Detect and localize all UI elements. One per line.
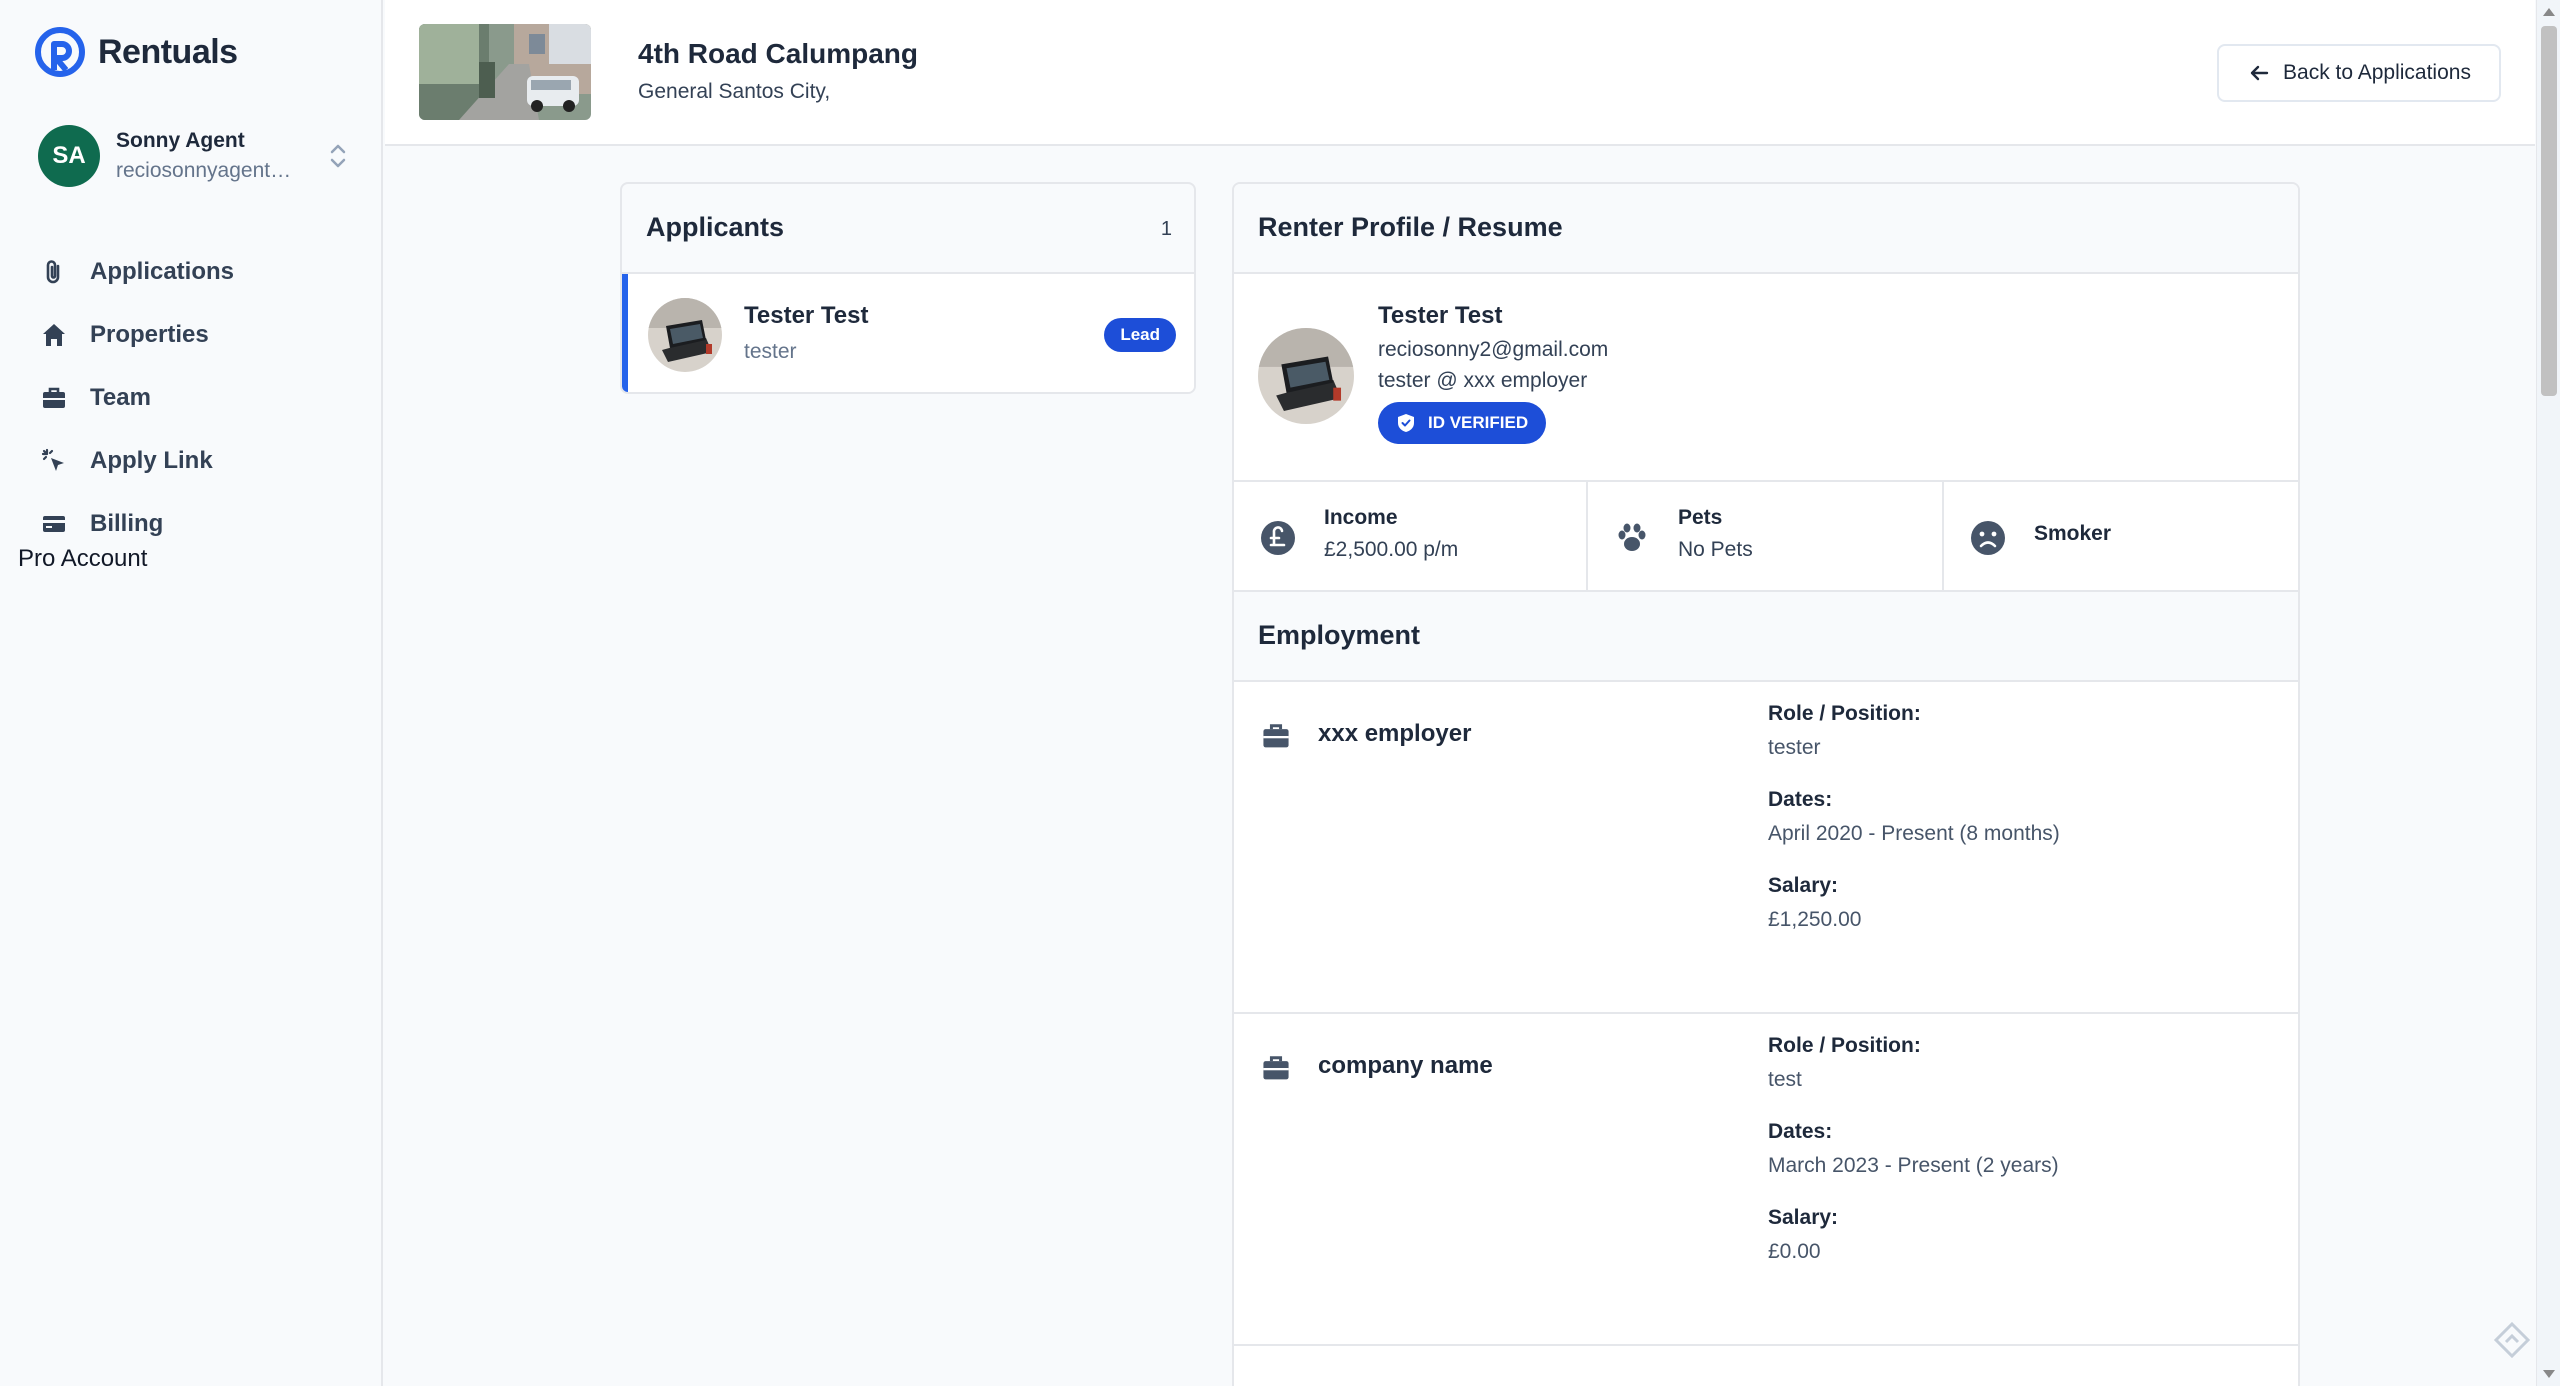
sidebar-item-label: Properties <box>90 320 209 348</box>
sidebar: Rentuals SA Sonny Agent reciosonnyagent@… <box>0 0 383 1386</box>
applicants-panel: Applicants 1 Tester Test tester Lead <box>620 182 1196 394</box>
property-title: 4th Road Calumpang <box>638 38 919 69</box>
applicants-title: Applicants <box>646 212 785 242</box>
sidebar-item-apply-link[interactable]: Apply Link <box>40 429 360 492</box>
dates-value: March 2023 - Present (2 years) <box>1768 1154 2059 1177</box>
salary-value: £0.00 <box>1768 1240 1821 1263</box>
sidebar-item-label: Team <box>90 383 151 411</box>
scroll-down-arrow[interactable] <box>2543 1370 2555 1378</box>
applicant-role: tester <box>744 340 797 363</box>
employer-name: company name <box>1318 1052 1493 1079</box>
employment-title: Employment <box>1258 620 1421 650</box>
briefcase-icon <box>1263 724 1289 748</box>
pets-label: Pets <box>1678 506 1723 529</box>
brand[interactable]: Rentuals <box>34 26 238 78</box>
role-label: Role / Position: <box>1768 1034 1921 1057</box>
sidebar-item-label: Applications <box>90 257 235 285</box>
renter-name: Tester Test <box>1378 302 1503 329</box>
employment-entry: xxx employer Role / Position: tester Dat… <box>1234 682 2298 1014</box>
property-location: General Santos City, <box>638 80 831 103</box>
paw-icon <box>1618 523 1646 551</box>
pound-icon <box>1261 521 1295 555</box>
renter-job: tester @ xxx employer <box>1378 369 1588 392</box>
renter-stats: Income £2,500.00 p/m Pets No Pets Smoker <box>1234 480 2298 592</box>
salary-value: £1,250.00 <box>1768 908 1862 931</box>
chevron-updown-icon <box>330 144 346 168</box>
salary-field: Salary: £1,250.00 <box>1768 874 1861 932</box>
home-icon <box>43 323 65 346</box>
briefcase-icon <box>1263 1056 1289 1080</box>
sidebar-item-team[interactable]: Team <box>40 366 360 429</box>
sidebar-item-label: Apply Link <box>90 446 213 474</box>
renter-profile-panel: Renter Profile / Resume Tester Test reci… <box>1232 182 2300 1386</box>
profile-header: Renter Profile / Resume <box>1234 184 2298 274</box>
role-label: Role / Position: <box>1768 702 1921 725</box>
employment-header: Employment <box>1234 592 2298 682</box>
back-to-applications-button[interactable]: Back to Applications <box>2217 44 2501 102</box>
property-header: 4th Road Calumpang General Santos City, … <box>385 0 2535 146</box>
id-verified-badge: ID VERIFIED <box>1378 402 1547 444</box>
applicant-photo <box>648 298 722 372</box>
widget-icon[interactable] <box>2492 1320 2532 1360</box>
sidebar-nav: Applications Properties Team Apply Link <box>40 240 360 555</box>
applicant-row[interactable]: Tester Test tester Lead <box>622 274 1194 392</box>
sidebar-item-properties[interactable]: Properties <box>40 303 360 366</box>
applicants-header: Applicants 1 <box>622 184 1194 274</box>
sad-face-icon <box>1971 521 2005 555</box>
role-field: Role / Position: tester <box>1768 702 1921 760</box>
scroll-thumb[interactable] <box>2541 26 2557 396</box>
cursor-click-icon <box>41 448 64 471</box>
applicants-count: 1 <box>1160 218 1172 240</box>
dates-field: Dates: March 2023 - Present (2 years) <box>1768 1120 2059 1178</box>
role-value: test <box>1768 1068 1802 1091</box>
dates-label: Dates: <box>1768 1120 1833 1143</box>
renter-email: reciosonny2@gmail.com <box>1378 338 1609 361</box>
profile-title: Renter Profile / Resume <box>1258 212 1563 242</box>
brand-name: Rentuals <box>98 32 238 71</box>
employment-entry: company name Role / Position: test Dates… <box>1234 1014 2298 1346</box>
dates-label: Dates: <box>1768 788 1833 811</box>
applicant-name: Tester Test <box>744 302 869 329</box>
salary-label: Salary: <box>1768 874 1839 897</box>
id-verified-label: ID VERIFIED <box>1428 413 1529 432</box>
user-name: Sonny Agent <box>116 129 245 152</box>
pets-value: No Pets <box>1678 538 1753 561</box>
renter-photo <box>1258 328 1354 424</box>
avatar: SA <box>38 125 100 187</box>
role-value: tester <box>1768 736 1821 759</box>
shield-check-icon <box>1398 414 1414 432</box>
pets-stat: Pets No Pets <box>1588 482 1944 590</box>
property-thumbnail <box>419 24 591 120</box>
dates-field: Dates: April 2020 - Present (8 months) <box>1768 788 2060 846</box>
role-field: Role / Position: test <box>1768 1034 1921 1092</box>
user-switcher[interactable]: SA Sonny Agent reciosonnyagent@gmail.com <box>38 124 348 188</box>
briefcase-icon <box>43 387 65 408</box>
arrow-left-icon <box>2250 65 2269 81</box>
status-badge: Lead <box>1104 318 1176 352</box>
income-label: Income <box>1324 506 1398 529</box>
page-scrollbar[interactable] <box>2536 0 2560 1386</box>
paperclip-icon <box>46 259 60 283</box>
income-value: £2,500.00 p/m <box>1324 538 1459 561</box>
rentuals-logo-icon <box>35 27 85 77</box>
credit-card-icon <box>43 515 65 532</box>
dates-value: April 2020 - Present (8 months) <box>1768 822 2060 845</box>
smoker-stat: Smoker <box>1944 482 2298 590</box>
salary-label: Salary: <box>1768 1206 1839 1229</box>
sidebar-item-applications[interactable]: Applications <box>40 240 360 303</box>
plan-label: Pro Account <box>18 545 148 572</box>
salary-field: Salary: £0.00 <box>1768 1206 1838 1264</box>
employer-name: xxx employer <box>1318 720 1472 747</box>
smoker-label: Smoker <box>2034 522 2112 545</box>
income-stat: Income £2,500.00 p/m <box>1234 482 1588 590</box>
user-email: reciosonnyagent@gmail.com <box>116 159 306 182</box>
back-button-label: Back to Applications <box>2283 61 2471 84</box>
sidebar-item-label: Billing <box>90 509 164 537</box>
scroll-up-arrow[interactable] <box>2543 8 2555 16</box>
